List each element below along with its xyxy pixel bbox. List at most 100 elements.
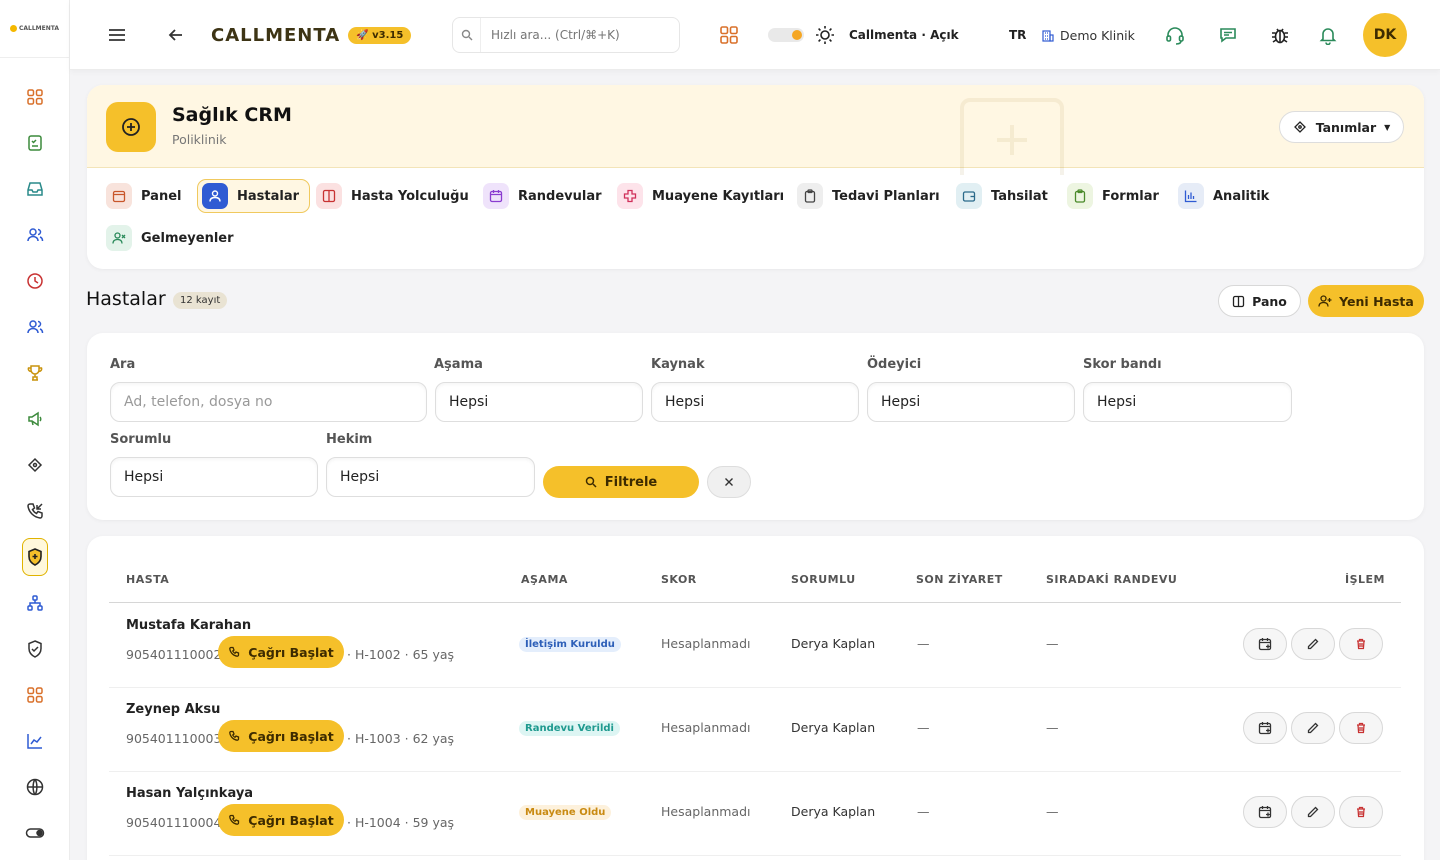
sun-icon[interactable] [814, 0, 836, 70]
quick-search-input[interactable] [481, 28, 671, 42]
col-header-next-appointment[interactable]: SIRADAKİ RANDEVU [1046, 573, 1177, 586]
source-select[interactable]: Hepsi [651, 382, 859, 422]
bell-icon[interactable] [1318, 0, 1338, 70]
checklist-icon[interactable] [0, 120, 70, 166]
schedule-appointment-button[interactable] [1243, 628, 1287, 660]
table-row[interactable]: Mustafa Karahan 905401110002 Çağrı Başla… [109, 603, 1401, 688]
megaphone-icon[interactable] [0, 396, 70, 442]
back-arrow-icon[interactable] [166, 0, 186, 70]
edit-button[interactable] [1291, 628, 1335, 660]
owner-select[interactable]: Hepsi [110, 457, 318, 497]
calendar-panel-icon [106, 183, 132, 209]
tab-patients[interactable]: Hastalar [197, 179, 311, 213]
company-status[interactable]: Callmenta · Açık [849, 28, 959, 42]
col-header-patient[interactable]: HASTA [126, 573, 169, 586]
user-x-icon [106, 225, 132, 251]
clear-filters-button[interactable] [707, 466, 751, 498]
module-banner: Sağlık CRM Poliklinik Tanımlar ▼ [87, 85, 1424, 175]
theme-toggle[interactable] [768, 28, 804, 42]
shield-plus-icon[interactable] [0, 534, 70, 580]
grid-icon[interactable] [0, 74, 70, 120]
last-visit-cell: — [917, 636, 930, 651]
payer-select[interactable]: Hepsi [867, 382, 1075, 422]
tab-treatment-plans[interactable]: Tedavi Planları [797, 179, 948, 213]
owner-cell: Derya Kaplan [791, 804, 876, 819]
stage-select[interactable]: Hepsi [435, 382, 643, 422]
calendar-add-icon [1258, 806, 1272, 819]
col-header-score[interactable]: SKOR [661, 573, 697, 586]
patient-name[interactable]: Mustafa Karahan [126, 618, 251, 633]
incoming-call-icon[interactable] [0, 488, 70, 534]
apps-icon[interactable] [0, 672, 70, 718]
shield-check-icon[interactable] [0, 626, 70, 672]
definitions-dropdown[interactable]: Tanımlar ▼ [1279, 111, 1404, 143]
globe-icon[interactable] [0, 764, 70, 810]
delete-button[interactable] [1339, 796, 1383, 828]
schedule-appointment-button[interactable] [1243, 712, 1287, 744]
columns-icon [1232, 295, 1245, 307]
search-icon [453, 18, 481, 52]
filter-button[interactable]: Filtrele [543, 466, 699, 498]
form-icon [1067, 183, 1093, 209]
new-patient-button[interactable]: Yeni Hasta [1308, 285, 1424, 317]
phone-icon [229, 814, 240, 825]
tab-label: Randevular [518, 188, 602, 204]
team-icon[interactable] [0, 304, 70, 350]
delete-button[interactable] [1339, 628, 1383, 660]
inbox-icon[interactable] [0, 166, 70, 212]
doctor-select[interactable]: Hepsi [326, 457, 535, 497]
clock-icon[interactable] [0, 258, 70, 304]
trophy-icon[interactable] [0, 350, 70, 396]
schedule-appointment-button[interactable] [1243, 796, 1287, 828]
score-band-select[interactable]: Hepsi [1083, 382, 1292, 422]
headset-icon[interactable] [1164, 0, 1186, 70]
stage-badge: Randevu Verildi [519, 721, 620, 736]
brand-block[interactable]: CALLMENTA 🚀 v3.15 [211, 0, 412, 70]
col-header-stage[interactable]: AŞAMA [521, 573, 568, 586]
delete-button[interactable] [1339, 712, 1383, 744]
pencil-icon [1307, 638, 1319, 650]
wallet-icon [956, 183, 982, 209]
apps-grid-icon[interactable] [718, 0, 740, 70]
tab-collections[interactable]: Tahsilat [956, 179, 1056, 213]
chart-line-icon[interactable] [0, 718, 70, 764]
patient-name[interactable]: Hasan Yalçınkaya [126, 786, 253, 801]
patient-search-input[interactable]: Ad, telefon, dosya no [110, 382, 427, 422]
tab-forms[interactable]: Formlar [1067, 179, 1167, 213]
filter-label: Filtrele [604, 474, 658, 490]
tab-exam-records[interactable]: Muayene Kayıtları [617, 179, 792, 213]
edit-button[interactable] [1291, 796, 1335, 828]
patient-name[interactable]: Zeynep Aksu [126, 702, 220, 717]
board-button[interactable]: Pano [1218, 285, 1301, 317]
payer-filter-label: Ödeyici [867, 357, 922, 372]
chat-icon[interactable] [1218, 0, 1238, 70]
tab-no-shows[interactable]: Gelmeyenler [106, 221, 242, 255]
tags-icon[interactable] [0, 442, 70, 488]
tab-analytics[interactable]: Analitik [1178, 179, 1277, 213]
start-call-button[interactable]: Çağrı Başlat [218, 720, 344, 752]
users-icon[interactable] [0, 212, 70, 258]
col-header-last-visit[interactable]: SON ZİYARET [916, 573, 1003, 586]
sidebar-logo[interactable]: CALLMENTA [0, 0, 69, 58]
menu-icon[interactable] [106, 0, 128, 70]
col-header-owner[interactable]: SORUMLU [791, 573, 856, 586]
user-avatar[interactable]: DK [1363, 13, 1407, 57]
record-count-badge: 12 kayıt [173, 292, 228, 309]
owner-filter-label: Sorumlu [110, 432, 172, 447]
tab-appointments[interactable]: Randevular [483, 179, 610, 213]
clinic-selector[interactable]: Demo Klinik [1041, 0, 1135, 70]
edit-button[interactable] [1291, 712, 1335, 744]
source-filter-label: Kaynak [651, 357, 705, 372]
quick-search[interactable] [452, 17, 680, 53]
table-row[interactable]: Hasan Yalçınkaya 905401110004 Çağrı Başl… [109, 771, 1401, 856]
sitemap-icon[interactable] [0, 580, 70, 626]
start-call-button[interactable]: Çağrı Başlat [218, 804, 344, 836]
bug-icon[interactable] [1269, 0, 1291, 70]
language-switch[interactable]: TR [1009, 28, 1026, 42]
calendar-add-icon [1258, 638, 1272, 651]
start-call-button[interactable]: Çağrı Başlat [218, 636, 344, 668]
toggle-icon[interactable] [0, 810, 70, 856]
table-row[interactable]: Zeynep Aksu 905401110003 Çağrı Başlat · … [109, 687, 1401, 772]
tab-patient-journey[interactable]: Hasta Yolculuğu [316, 179, 477, 213]
tab-panel[interactable]: Panel [106, 179, 189, 213]
